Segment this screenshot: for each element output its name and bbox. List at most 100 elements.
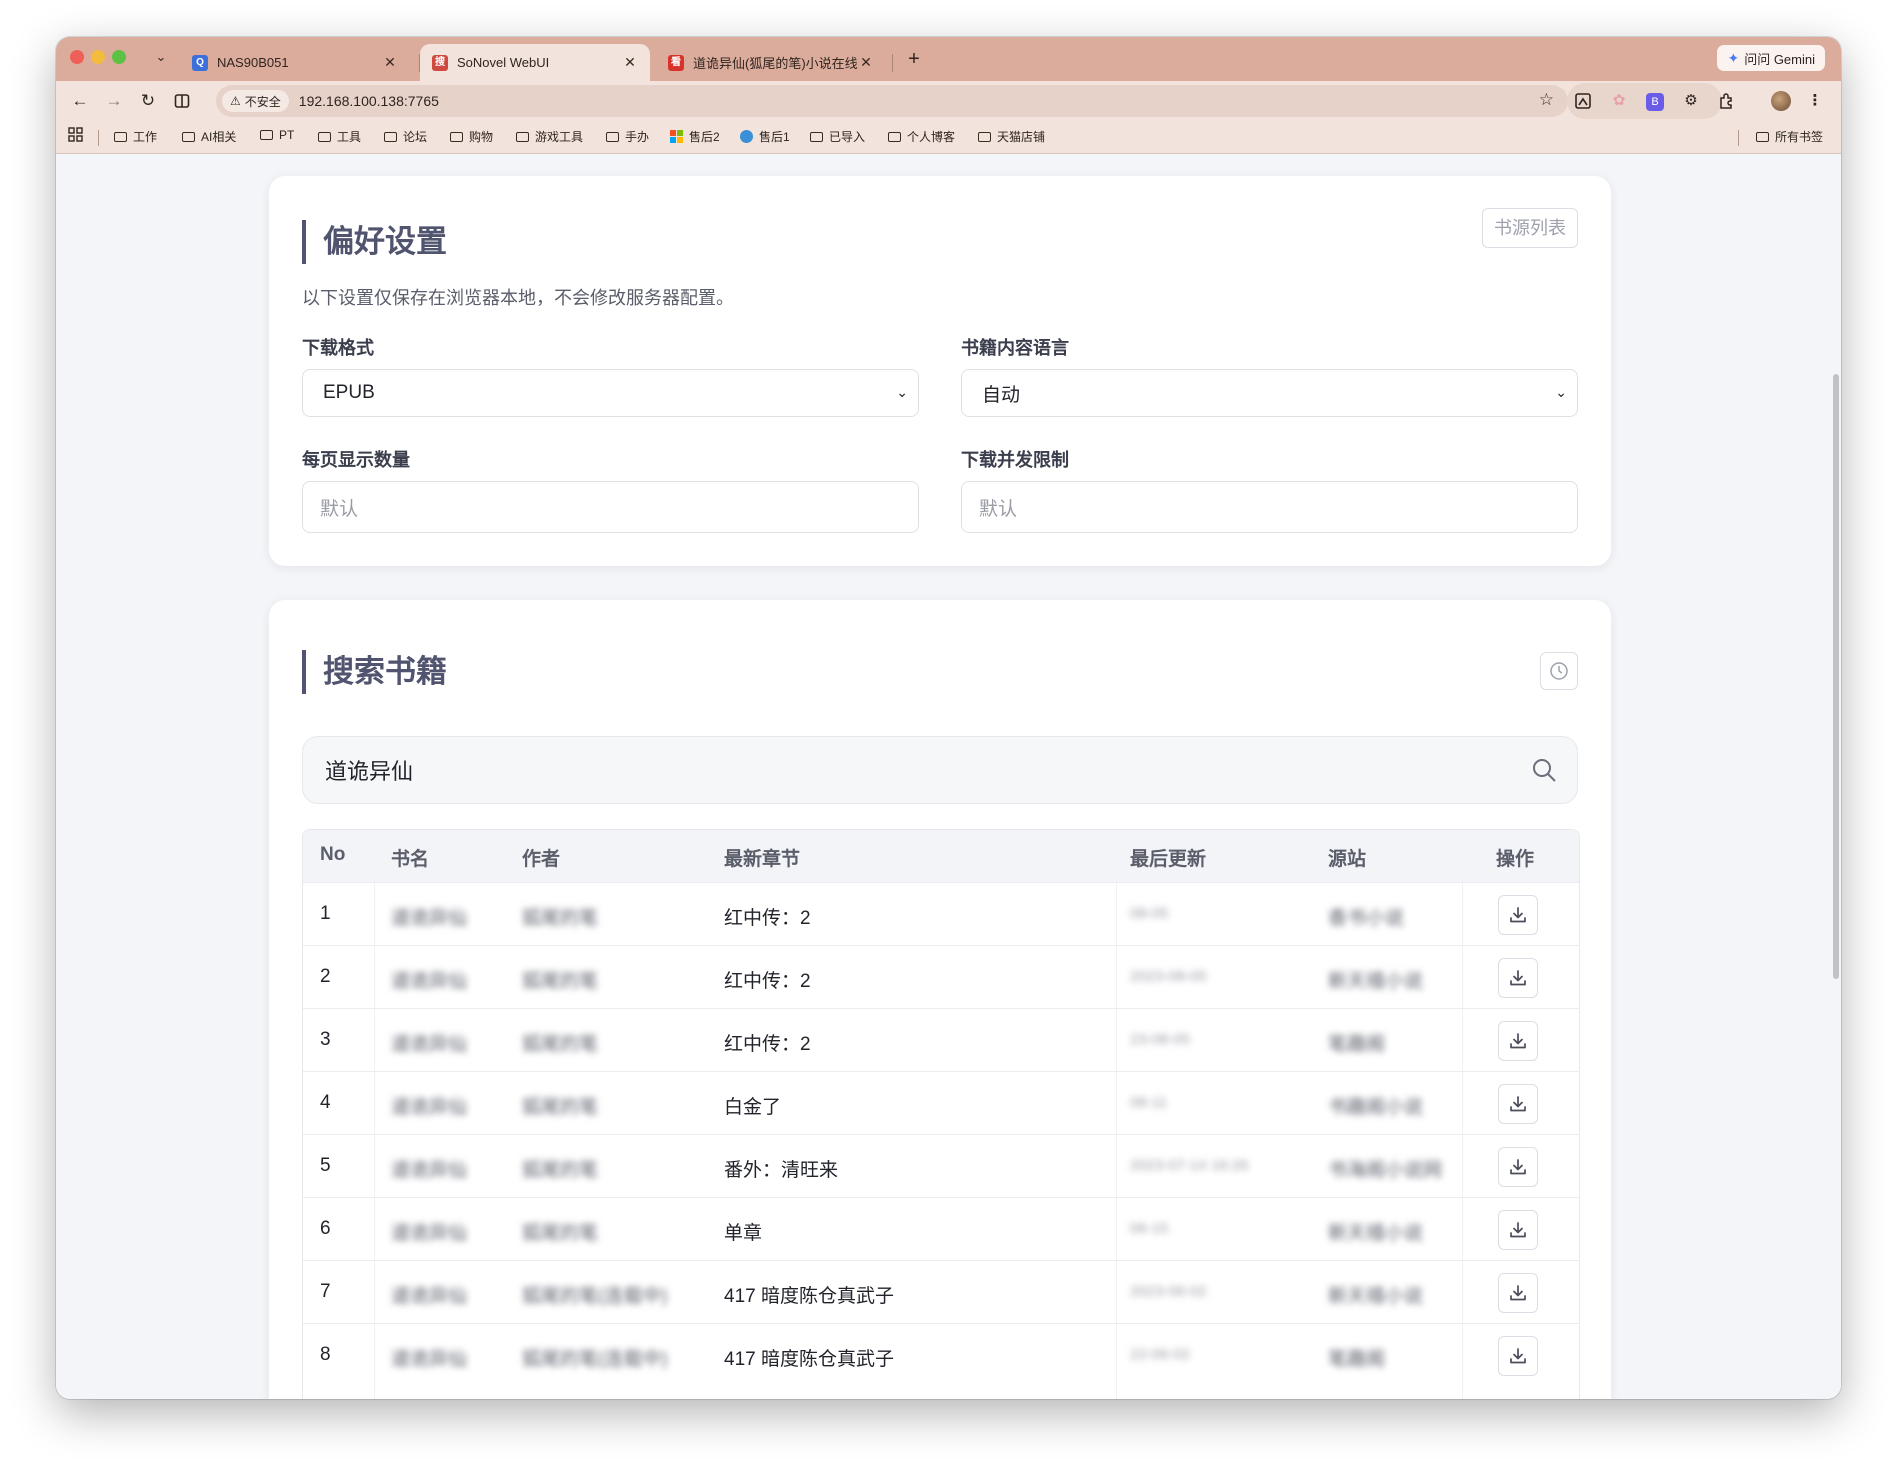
book-author: 狐尾的笔 bbox=[522, 1097, 599, 1118]
book-title[interactable]: 道诡异仙 bbox=[391, 1092, 467, 1119]
address-bar[interactable]: ⚠ 不安全 192.168.100.138:7765 ☆ bbox=[216, 85, 1568, 117]
tab-title: 道诡异仙(狐尾的笔)小说在线阅 bbox=[693, 56, 858, 71]
book-title[interactable]: 道诡异仙 bbox=[391, 966, 467, 993]
book-author: 狐尾的笔 bbox=[522, 1160, 599, 1181]
book-author: 狐尾的笔 bbox=[522, 1223, 599, 1244]
download-icon bbox=[1508, 1283, 1528, 1303]
globe-icon bbox=[740, 130, 753, 143]
bookmark-aftersales-2[interactable]: 售后2 bbox=[670, 128, 720, 145]
bookmark-star-icon[interactable]: ☆ bbox=[1539, 90, 1554, 110]
bookmark-pt[interactable]: PT bbox=[260, 128, 294, 142]
url-text[interactable]: 192.168.100.138:7765 bbox=[299, 93, 439, 109]
minimize-window-button[interactable] bbox=[91, 50, 105, 64]
screenshot-extension-icon[interactable] bbox=[1571, 89, 1595, 113]
bookmark-ai[interactable]: AI相关 bbox=[182, 128, 236, 145]
split-view-icon[interactable] bbox=[168, 87, 196, 115]
download-button[interactable] bbox=[1498, 895, 1538, 935]
tab-strip: ⌄ Q NAS90B051 ✕ 搜 SoNovel WebUI ✕ 看 道诡异仙… bbox=[56, 37, 1841, 81]
column-header: 最新章节 bbox=[724, 849, 801, 870]
bookmark-label: 手办 bbox=[625, 130, 650, 144]
gear-extension-icon[interactable]: ⚙ bbox=[1679, 89, 1703, 113]
page-size-placeholder: 默认 bbox=[320, 498, 359, 520]
book-title[interactable]: 道诡异仙 bbox=[391, 1344, 467, 1371]
bookmark-tmall[interactable]: 天猫店铺 bbox=[978, 128, 1045, 145]
download-button[interactable] bbox=[1498, 958, 1538, 998]
download-button[interactable] bbox=[1498, 1021, 1538, 1061]
page-size-label: 每页显示数量 bbox=[302, 450, 410, 470]
bookmark-imported[interactable]: 已导入 bbox=[810, 128, 865, 145]
profile-avatar[interactable] bbox=[1769, 89, 1793, 113]
back-icon[interactable]: ← bbox=[66, 87, 94, 115]
pink-extension-icon[interactable]: ✿ bbox=[1607, 89, 1631, 113]
download-button[interactable] bbox=[1498, 1084, 1538, 1124]
row-number: 8 bbox=[320, 1344, 331, 1365]
folder-icon bbox=[318, 131, 331, 142]
source-list-button[interactable]: 书源列表 bbox=[1482, 208, 1578, 248]
folder-icon bbox=[516, 131, 529, 142]
latest-chapter: 白金了 bbox=[724, 1097, 782, 1118]
book-title[interactable]: 道诡异仙 bbox=[391, 903, 467, 930]
close-window-button[interactable] bbox=[70, 50, 84, 64]
all-bookmarks[interactable]: 所有书签 bbox=[1756, 128, 1823, 145]
tab-novel-reader[interactable]: 看 道诡异仙(狐尾的笔)小说在线阅 ✕ bbox=[656, 44, 886, 81]
blue-extension-icon[interactable]: B bbox=[1643, 89, 1667, 113]
extensions-puzzle-icon[interactable] bbox=[1715, 89, 1739, 113]
concurrency-label: 下载并发限制 bbox=[961, 450, 1069, 470]
close-tab-icon[interactable]: ✕ bbox=[382, 54, 398, 71]
bookmark-figures[interactable]: 手办 bbox=[606, 128, 649, 145]
bookmark-game-tools[interactable]: 游戏工具 bbox=[516, 128, 583, 145]
preferences-card: 偏好设置 书源列表 以下设置仅保存在浏览器本地，不会修改服务器配置。 下载格式 … bbox=[269, 176, 1611, 566]
reload-icon[interactable]: ↻ bbox=[134, 87, 162, 115]
folder-icon bbox=[606, 131, 619, 142]
apps-grid-icon[interactable] bbox=[68, 127, 83, 142]
bookmark-work[interactable]: 工作 bbox=[114, 128, 157, 145]
maximize-window-button[interactable] bbox=[112, 50, 126, 64]
bookmark-tools[interactable]: 工具 bbox=[318, 128, 361, 145]
download-format-select[interactable]: EPUB ⌄ bbox=[302, 369, 919, 417]
bookmark-label: PT bbox=[279, 128, 295, 142]
ask-gemini-button[interactable]: ✦ 问问 Gemini bbox=[1717, 45, 1825, 71]
new-tab-button[interactable]: + bbox=[901, 46, 927, 72]
book-title[interactable]: 道诡异仙 bbox=[391, 1281, 467, 1308]
tab-sonovel[interactable]: 搜 SoNovel WebUI ✕ bbox=[420, 44, 650, 81]
folder-icon bbox=[182, 131, 195, 142]
download-button[interactable] bbox=[1498, 1273, 1538, 1313]
gemini-label: 问问 Gemini bbox=[1744, 51, 1815, 67]
download-button[interactable] bbox=[1498, 1147, 1538, 1187]
book-title[interactable]: 道诡异仙 bbox=[391, 1218, 467, 1245]
tab-nas[interactable]: Q NAS90B051 ✕ bbox=[180, 44, 410, 81]
search-title: 搜索书籍 bbox=[302, 650, 447, 694]
column-header: 最后更新 bbox=[1130, 849, 1207, 870]
column-header: No bbox=[320, 844, 346, 865]
bookmark-blog[interactable]: 个人博客 bbox=[888, 128, 955, 145]
forward-icon[interactable]: → bbox=[100, 87, 128, 115]
close-tab-icon[interactable]: ✕ bbox=[858, 54, 874, 71]
close-tab-icon[interactable]: ✕ bbox=[622, 54, 638, 71]
search-input[interactable]: 道诡异仙 bbox=[302, 736, 1578, 804]
tab-search-chevron-icon[interactable]: ⌄ bbox=[151, 47, 171, 67]
search-icon[interactable] bbox=[1531, 757, 1557, 789]
bookmark-shopping[interactable]: 购物 bbox=[450, 128, 493, 145]
history-button[interactable] bbox=[1540, 652, 1578, 690]
page-size-input[interactable]: 默认 bbox=[302, 481, 919, 533]
column-header: 作者 bbox=[522, 849, 561, 870]
language-select[interactable]: 自动 ⌄ bbox=[961, 369, 1578, 417]
download-icon bbox=[1508, 1031, 1528, 1051]
book-author: 狐尾的笔(连载中) bbox=[522, 1349, 668, 1370]
download-button[interactable] bbox=[1498, 1336, 1538, 1376]
book-title[interactable]: 道诡异仙 bbox=[391, 1155, 467, 1182]
last-updated: 23-08-05 bbox=[1130, 1031, 1191, 1048]
bookmark-aftersales-1[interactable]: 售后1 bbox=[740, 128, 790, 145]
book-title[interactable]: 道诡异仙 bbox=[391, 1029, 467, 1056]
chevron-down-icon: ⌄ bbox=[896, 384, 908, 400]
results-table: No 书名 作者 最新章节 最后更新 源站 操作 1 道诡异仙 狐尾的笔 红中传：2 0… bbox=[302, 829, 1580, 1399]
book-author: 狐尾的笔(连载中) bbox=[522, 1286, 668, 1307]
last-updated: 22-06-02 bbox=[1130, 1346, 1191, 1363]
download-button[interactable] bbox=[1498, 1210, 1538, 1250]
row-number: 4 bbox=[320, 1092, 331, 1113]
page-scrollbar[interactable] bbox=[1833, 374, 1839, 979]
concurrency-input[interactable]: 默认 bbox=[961, 481, 1578, 533]
bookmark-forum[interactable]: 论坛 bbox=[384, 128, 427, 145]
more-menu-icon[interactable]: ⋮ bbox=[1803, 89, 1827, 113]
security-chip[interactable]: ⚠ 不安全 bbox=[222, 90, 289, 112]
